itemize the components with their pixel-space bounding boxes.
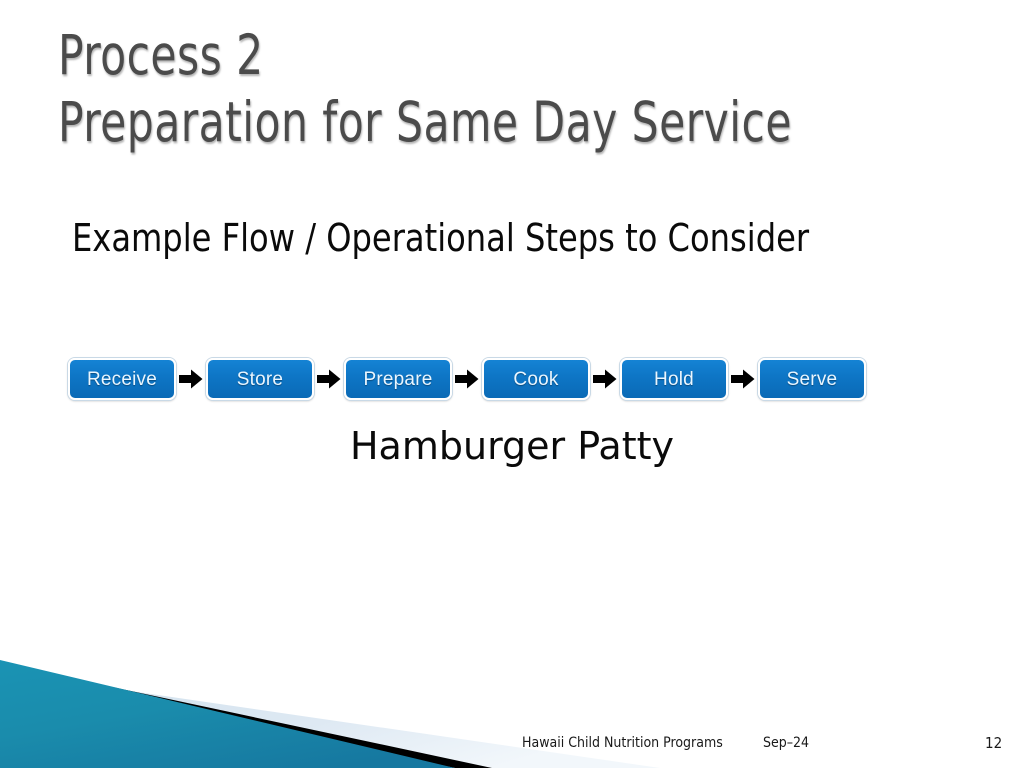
flow-step-label: Cook: [513, 368, 559, 390]
right-arrow-icon: [314, 369, 344, 389]
right-arrow-icon: [452, 369, 482, 389]
process-flow-diagram: Receive Store Prepare Cook Hold Serve: [68, 358, 866, 400]
title-line-1: Process 2: [58, 23, 264, 87]
flow-step-hold[interactable]: Hold: [620, 358, 728, 400]
flow-step-label: Hold: [654, 368, 694, 390]
title-line-2: Preparation for Same Day Service: [58, 90, 792, 155]
right-arrow-icon: [728, 369, 758, 389]
subtitle-text: Example Flow / Operational Steps to Cons…: [72, 216, 810, 260]
page-title: Process 2 Preparation for Same Day Servi…: [58, 22, 958, 156]
flow-step-store[interactable]: Store: [206, 358, 314, 400]
footer-page-number: 12: [985, 734, 1003, 752]
flow-step-label: Receive: [86, 368, 158, 390]
flow-step-label: Serve: [786, 368, 838, 390]
flow-step-serve[interactable]: Serve: [758, 358, 866, 400]
flow-step-receive[interactable]: Receive: [68, 358, 176, 400]
flow-step-label: Prepare: [363, 368, 433, 390]
footer-date: Sep–24: [763, 735, 810, 751]
flow-step-label: Store: [236, 368, 284, 390]
flow-step-cook[interactable]: Cook: [482, 358, 590, 400]
slide-footer: Hawaii Child Nutrition Programs Sep–24 1…: [0, 733, 1024, 757]
flow-step-prepare[interactable]: Prepare: [344, 358, 452, 400]
right-arrow-icon: [590, 369, 620, 389]
item-caption: Hamburger Patty: [349, 424, 675, 468]
slide-canvas: Process 2 Preparation for Same Day Servi…: [0, 0, 1024, 768]
footer-organization: Hawaii Child Nutrition Programs: [522, 735, 723, 751]
right-arrow-icon: [176, 369, 206, 389]
